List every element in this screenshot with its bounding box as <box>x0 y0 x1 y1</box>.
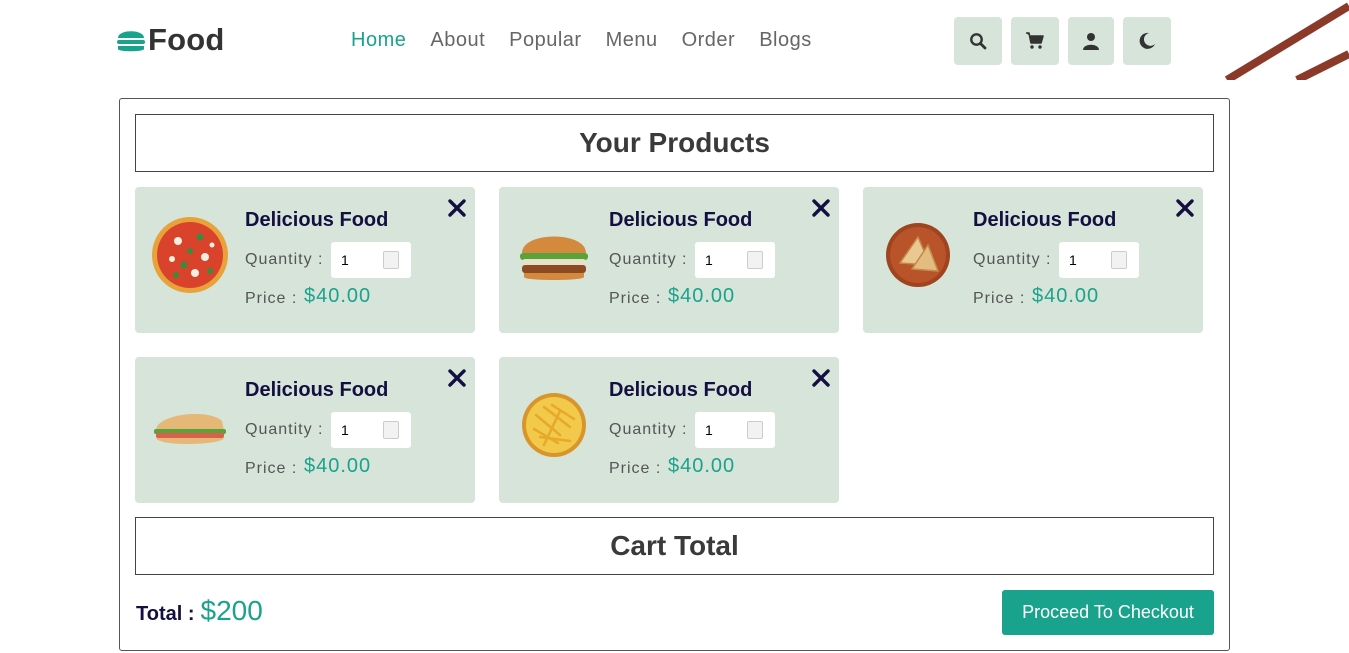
close-icon[interactable] <box>810 367 832 389</box>
total-value: $200 <box>200 595 263 626</box>
quantity-value: 1 <box>705 422 713 438</box>
quantity-label: Quantity : <box>245 421 324 438</box>
sandwich-board-image <box>886 223 950 287</box>
price-value: $40.00 <box>668 285 736 307</box>
cart-button[interactable] <box>1011 17 1059 65</box>
price-value: $40.00 <box>304 455 372 477</box>
sub-sandwich-image <box>154 414 226 445</box>
quantity-value: 1 <box>705 252 713 268</box>
nav-order[interactable]: Order <box>682 29 736 52</box>
moon-icon <box>1139 32 1155 49</box>
item-title: Delicious Food <box>609 209 753 231</box>
quantity-label: Quantity : <box>245 251 324 268</box>
item-title: Delicious Food <box>245 379 389 401</box>
close-icon[interactable] <box>446 197 468 219</box>
cart-icon <box>1026 32 1044 49</box>
total-row: Total : $200 <box>136 595 263 627</box>
quantity-stepper[interactable] <box>383 251 399 269</box>
logo[interactable]: Food <box>116 22 225 58</box>
burger-logo-icon <box>117 31 145 52</box>
total-label: Total : <box>136 603 195 625</box>
cart-item: Delicious Food Quantity : 1 Price : $40.… <box>863 187 1203 333</box>
cart-item: Delicious Food Quantity : 1 Price : $40.… <box>135 357 475 503</box>
main-nav: Home About Popular Menu Order Blogs <box>351 29 836 52</box>
logo-text: Food <box>148 22 225 57</box>
quantity-input[interactable]: 1 <box>331 242 411 278</box>
price-label: Price : <box>973 290 1026 307</box>
price-label: Price : <box>245 460 298 477</box>
nav-menu[interactable]: Menu <box>606 29 658 52</box>
cart-total-title: Cart Total <box>610 530 739 561</box>
price-value: $40.00 <box>1032 285 1100 307</box>
checkout-button[interactable]: Proceed To Checkout <box>1002 590 1214 635</box>
search-icon <box>970 33 987 50</box>
quantity-value: 1 <box>341 252 349 268</box>
close-icon[interactable] <box>446 367 468 389</box>
user-icon <box>1083 33 1099 50</box>
fries-image <box>522 393 586 457</box>
quantity-input[interactable]: 1 <box>695 242 775 278</box>
nav-about[interactable]: About <box>430 29 485 52</box>
quantity-input[interactable]: 1 <box>695 412 775 448</box>
chopsticks-decoration <box>1225 2 1349 80</box>
price-label: Price : <box>609 460 662 477</box>
quantity-label: Quantity : <box>609 251 688 268</box>
pizza-image <box>152 217 228 293</box>
search-button[interactable] <box>954 17 1002 65</box>
quantity-input[interactable]: 1 <box>1059 242 1139 278</box>
cart-item: Delicious Food Quantity : 1 Price : $40.… <box>499 357 839 503</box>
quantity-value: 1 <box>341 422 349 438</box>
your-products-heading: Your Products <box>135 114 1214 172</box>
header: Food Home About Popular Menu Order Blogs <box>0 0 1349 80</box>
quantity-stepper[interactable] <box>1111 251 1127 269</box>
price-value: $40.00 <box>304 285 372 307</box>
price-label: Price : <box>245 290 298 307</box>
close-icon[interactable] <box>810 197 832 219</box>
quantity-label: Quantity : <box>609 421 688 438</box>
nav-home[interactable]: Home <box>351 29 406 52</box>
quantity-input[interactable]: 1 <box>331 412 411 448</box>
item-title: Delicious Food <box>973 209 1117 231</box>
nav-blogs[interactable]: Blogs <box>759 29 812 52</box>
burger-image <box>520 236 588 280</box>
close-icon[interactable] <box>1174 197 1196 219</box>
cart-panel: Your Products Delicious Food Quantity : … <box>119 98 1230 651</box>
cart-item: Delicious Food Quantity : 1 Price : $40.… <box>499 187 839 333</box>
account-button[interactable] <box>1068 17 1114 65</box>
quantity-value: 1 <box>1069 252 1077 268</box>
quantity-stepper[interactable] <box>383 421 399 439</box>
price-value: $40.00 <box>668 455 736 477</box>
price-label: Price : <box>609 290 662 307</box>
cart-item: Delicious Food Quantity : 1 Price : $40.… <box>135 187 475 333</box>
item-title: Delicious Food <box>609 379 753 401</box>
cart-total-heading: Cart Total <box>135 517 1214 575</box>
header-icons <box>954 17 1171 65</box>
quantity-stepper[interactable] <box>747 251 763 269</box>
quantity-label: Quantity : <box>973 251 1052 268</box>
item-title: Delicious Food <box>245 209 389 231</box>
nav-popular[interactable]: Popular <box>509 29 581 52</box>
your-products-title: Your Products <box>579 127 770 158</box>
quantity-stepper[interactable] <box>747 421 763 439</box>
theme-toggle-button[interactable] <box>1123 17 1171 65</box>
